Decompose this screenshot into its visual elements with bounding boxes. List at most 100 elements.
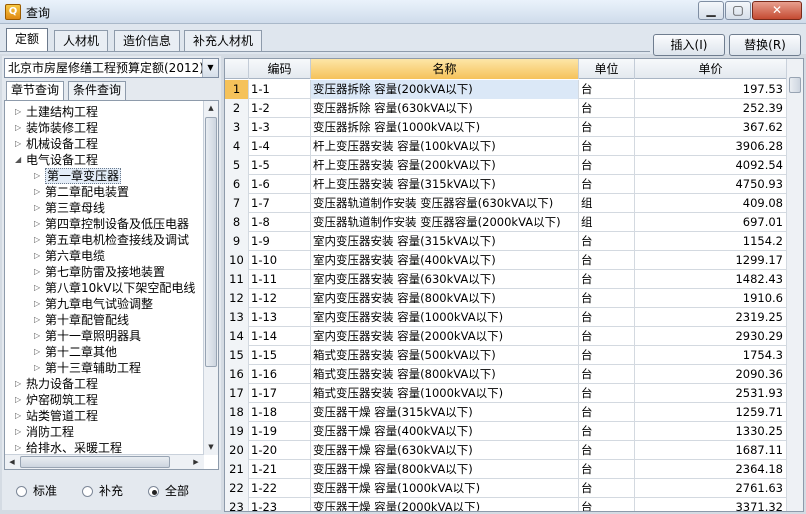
- tree-item[interactable]: ▷ 第十二章其他: [34, 344, 117, 360]
- tree-collapsed-icon[interactable]: ▷: [34, 216, 40, 232]
- cell-code[interactable]: 1-1: [249, 80, 311, 99]
- tree-collapsed-icon[interactable]: ▷: [34, 280, 40, 296]
- cell-row-number[interactable]: 13: [225, 308, 249, 327]
- cell-name[interactable]: 室内变压器安装 容量(315kVA以下): [311, 232, 579, 251]
- cell-row-number[interactable]: 17: [225, 384, 249, 403]
- cell-unit[interactable]: 台: [579, 175, 635, 194]
- cell-unit[interactable]: 组: [579, 194, 635, 213]
- tree-collapsed-icon[interactable]: ▷: [15, 424, 21, 440]
- cell-price[interactable]: 1754.3: [635, 346, 787, 365]
- cell-row-number[interactable]: 2: [225, 99, 249, 118]
- cell-name[interactable]: 变压器干燥 容量(1000kVA以下): [311, 479, 579, 498]
- cell-name[interactable]: 室内变压器安装 容量(400kVA以下): [311, 251, 579, 270]
- tree-item[interactable]: ▷ 第十章配管配线: [34, 312, 129, 328]
- cell-price[interactable]: 1330.25: [635, 422, 787, 441]
- radio-standard[interactable]: 标准: [16, 482, 57, 499]
- cell-price[interactable]: 4750.93: [635, 175, 787, 194]
- tree-item[interactable]: ▷ 第一章变压器: [34, 168, 122, 184]
- cell-code[interactable]: 1-7: [249, 194, 311, 213]
- table-row[interactable]: 21 1-21 变压器干燥 容量(800kVA以下) 台 2364.18: [225, 460, 787, 479]
- tree-item[interactable]: ▷ 第十三章辅助工程: [34, 360, 141, 376]
- cell-name[interactable]: 变压器轨道制作安装 变压器容量(630kVA以下): [311, 194, 579, 213]
- radio-supplement[interactable]: 补充: [82, 482, 123, 499]
- cell-name[interactable]: 变压器干燥 容量(400kVA以下): [311, 422, 579, 441]
- cell-code[interactable]: 1-10: [249, 251, 311, 270]
- table-row[interactable]: 19 1-19 变压器干燥 容量(400kVA以下) 台 1330.25: [225, 422, 787, 441]
- tree-expanded-icon[interactable]: ◢: [15, 152, 21, 168]
- cell-row-number[interactable]: 4: [225, 137, 249, 156]
- cell-code[interactable]: 1-4: [249, 137, 311, 156]
- table-row[interactable]: 13 1-13 室内变压器安装 容量(1000kVA以下) 台 2319.25: [225, 308, 787, 327]
- table-row[interactable]: 18 1-18 变压器干燥 容量(315kVA以下) 台 1259.71: [225, 403, 787, 422]
- tree-collapsed-icon[interactable]: ▷: [34, 360, 40, 376]
- radio-all-dot[interactable]: [148, 486, 159, 497]
- cell-name[interactable]: 杆上变压器安装 容量(100kVA以下): [311, 137, 579, 156]
- table-row[interactable]: 10 1-10 室内变压器安装 容量(400kVA以下) 台 1299.17: [225, 251, 787, 270]
- cell-row-number[interactable]: 14: [225, 327, 249, 346]
- cell-price[interactable]: 697.01: [635, 213, 787, 232]
- tree-item[interactable]: ▷ 第八章10kV以下架空配电线: [34, 280, 195, 296]
- tree-item[interactable]: ▷ 第六章电缆: [34, 248, 105, 264]
- cell-unit[interactable]: 台: [579, 460, 635, 479]
- cell-unit[interactable]: 台: [579, 498, 635, 511]
- tree-hscroll-thumb[interactable]: [20, 456, 170, 468]
- cell-price[interactable]: 2531.93: [635, 384, 787, 403]
- cell-name[interactable]: 箱式变压器安装 容量(800kVA以下): [311, 365, 579, 384]
- tree-collapsed-icon[interactable]: ▷: [15, 136, 21, 152]
- cell-unit[interactable]: 台: [579, 441, 635, 460]
- cell-price[interactable]: 1910.6: [635, 289, 787, 308]
- cell-row-number[interactable]: 16: [225, 365, 249, 384]
- tree-collapsed-icon[interactable]: ▷: [15, 440, 21, 456]
- radio-all[interactable]: 全部: [148, 482, 189, 499]
- tree-item[interactable]: ▷ 站类管道工程: [15, 408, 98, 424]
- cell-code[interactable]: 1-18: [249, 403, 311, 422]
- cell-code[interactable]: 1-11: [249, 270, 311, 289]
- tree-collapsed-icon[interactable]: ▷: [34, 248, 40, 264]
- cell-row-number[interactable]: 20: [225, 441, 249, 460]
- cell-price[interactable]: 1259.71: [635, 403, 787, 422]
- cell-price[interactable]: 409.08: [635, 194, 787, 213]
- cell-unit[interactable]: 台: [579, 422, 635, 441]
- table-row[interactable]: 4 1-4 杆上变压器安装 容量(100kVA以下) 台 3906.28: [225, 137, 787, 156]
- cell-name[interactable]: 室内变压器安装 容量(630kVA以下): [311, 270, 579, 289]
- cell-price[interactable]: 1482.43: [635, 270, 787, 289]
- cell-name[interactable]: 变压器拆除 容量(630kVA以下): [311, 99, 579, 118]
- close-button[interactable]: ✕: [752, 1, 802, 20]
- cell-unit[interactable]: 台: [579, 251, 635, 270]
- cell-price[interactable]: 2364.18: [635, 460, 787, 479]
- cell-unit[interactable]: 台: [579, 270, 635, 289]
- cell-unit[interactable]: 台: [579, 308, 635, 327]
- radio-supplement-dot[interactable]: [82, 486, 93, 497]
- cell-unit[interactable]: 台: [579, 384, 635, 403]
- header-price[interactable]: 单价: [635, 59, 787, 79]
- cell-price[interactable]: 2090.36: [635, 365, 787, 384]
- cell-row-number[interactable]: 8: [225, 213, 249, 232]
- tree-collapsed-icon[interactable]: ▷: [34, 168, 40, 184]
- cell-code[interactable]: 1-9: [249, 232, 311, 251]
- cell-price[interactable]: 1299.17: [635, 251, 787, 270]
- tree-collapsed-icon[interactable]: ▷: [34, 200, 40, 216]
- cell-code[interactable]: 1-5: [249, 156, 311, 175]
- tree-item[interactable]: ◢ 电气设备工程: [15, 152, 98, 168]
- cell-name[interactable]: 变压器拆除 容量(200kVA以下): [311, 80, 579, 99]
- scroll-up-icon[interactable]: ▲: [204, 101, 218, 116]
- tree-vscroll-thumb[interactable]: [205, 117, 217, 367]
- replace-button[interactable]: 替换(R): [729, 34, 801, 56]
- cell-code[interactable]: 1-22: [249, 479, 311, 498]
- table-row[interactable]: 14 1-14 室内变压器安装 容量(2000kVA以下) 台 2930.29: [225, 327, 787, 346]
- cell-name[interactable]: 杆上变压器安装 容量(315kVA以下): [311, 175, 579, 194]
- tree-item[interactable]: ▷ 第七章防雷及接地装置: [34, 264, 165, 280]
- cell-unit[interactable]: 台: [579, 327, 635, 346]
- cell-row-number[interactable]: 10: [225, 251, 249, 270]
- cell-name[interactable]: 变压器干燥 容量(315kVA以下): [311, 403, 579, 422]
- cell-code[interactable]: 1-14: [249, 327, 311, 346]
- cell-row-number[interactable]: 3: [225, 118, 249, 137]
- table-row[interactable]: 17 1-17 箱式变压器安装 容量(1000kVA以下) 台 2531.93: [225, 384, 787, 403]
- table-row[interactable]: 22 1-22 变压器干燥 容量(1000kVA以下) 台 2761.63: [225, 479, 787, 498]
- scroll-left-icon[interactable]: ◀: [5, 455, 19, 469]
- cell-price[interactable]: 2930.29: [635, 327, 787, 346]
- tree-collapsed-icon[interactable]: ▷: [34, 232, 40, 248]
- tree-item[interactable]: ▷ 机械设备工程: [15, 136, 98, 152]
- cell-price[interactable]: 3371.32: [635, 498, 787, 511]
- header-unit[interactable]: 单位: [579, 59, 635, 79]
